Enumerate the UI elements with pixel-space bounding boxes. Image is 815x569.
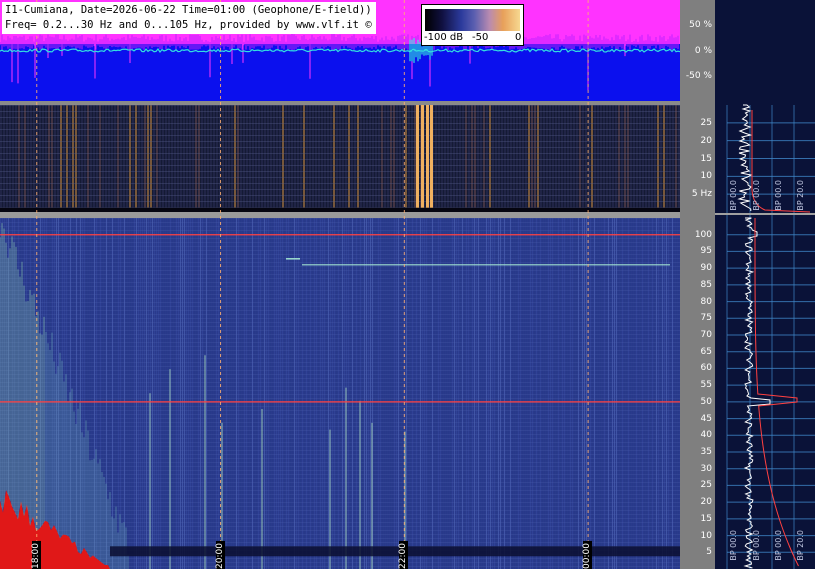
main-spectrogram-y-tick: 25 [700, 480, 712, 491]
side-empty-area [715, 0, 815, 100]
side-spectrum-column [715, 0, 815, 569]
main-spectrogram-y-tick: 80 [700, 296, 712, 307]
main-spectrogram-y-tick: 85 [700, 279, 712, 290]
main-spectrogram-y-tick: 5 [706, 547, 712, 558]
colorbar-label-mid: -50 [472, 32, 489, 43]
side-bp-label: BP 00.0 [729, 180, 738, 211]
low-spectrogram-y-tick: 15 [700, 153, 712, 164]
colorbar: -100 dB -50 0 [421, 4, 524, 46]
main-spectrogram-y-tick: 60 [700, 363, 712, 374]
side-bp-label: BP 00.0 [752, 180, 761, 211]
side-profile-red [754, 218, 799, 567]
side-bp-label: BP 00.0 [774, 530, 783, 561]
main-spectrogram-y-tick: 75 [700, 313, 712, 324]
colorbar-label-min: -100 dB [424, 32, 464, 43]
main-spectrogram-y-tick: 100 [694, 229, 712, 240]
main-spectrogram-y-tick: 90 [700, 263, 712, 274]
time-label: 20:00 [214, 541, 225, 569]
colorbar-gradient [425, 9, 520, 31]
main-spectrogram-y-tick: 70 [700, 330, 712, 340]
time-marker-overlay [36, 0, 589, 569]
side-bp-label: BP 00.0 [774, 180, 783, 211]
main-spectrogram-y-tick: 40 [700, 430, 712, 441]
side-bp-label: BP 00.0 [729, 530, 738, 561]
seismogram-y-tick: -50 % [685, 70, 712, 81]
main-spectrogram-y-tick: 65 [700, 346, 712, 357]
low-spectrogram-y-tick: 10 [700, 171, 712, 182]
main-spectrogram-y-tick: 15 [700, 513, 712, 524]
header-line-1: I1-Cumiana, Date=2026-06-22 Time=01:00 (… [5, 4, 372, 16]
main-spectrogram-y-tick: 50 [700, 396, 712, 407]
main-spectrogram-y-tick: 35 [700, 447, 712, 457]
main-spectrogram-y-tick: 20 [700, 497, 712, 508]
main-spectrogram-y-tick: 45 [700, 413, 712, 424]
seismogram-y-tick: 0 % [694, 45, 712, 56]
header-line-2: Freq= 0.2...30 Hz and 0...105 Hz, provid… [5, 19, 372, 31]
main-spectrogram-y-tick: 55 [700, 380, 712, 391]
header-info: I1-Cumiana, Date=2026-06-22 Time=01:00 (… [2, 2, 376, 34]
main-spectrogram-y-tick: 95 [700, 246, 712, 257]
time-label: 00:00 [582, 541, 593, 569]
side-bp-label: BP 20.0 [796, 530, 805, 561]
low-spectrogram-y-tick: 25 [700, 117, 712, 128]
side-spectrum-plot [715, 0, 815, 569]
side-bp-label: BP 00.0 [752, 530, 761, 561]
main-spectrogram-y-tick: 30 [700, 463, 712, 474]
side-bp-label: BP 20.0 [796, 180, 805, 211]
main-spectrogram-y-tick: 10 [700, 530, 712, 541]
low-spectrogram-y-tick: 20 [700, 135, 712, 146]
seismogram-y-tick: 50 % [689, 20, 712, 31]
time-label: 22:00 [398, 541, 409, 569]
low-spectrogram-y-tick: 5 Hz [691, 189, 712, 200]
time-label: 18:00 [30, 541, 41, 569]
colorbar-label-max: 0 [515, 32, 522, 43]
vlf-monitor-screen: I1-Cumiana, Date=2026-06-22 Time=01:00 (… [0, 0, 815, 569]
